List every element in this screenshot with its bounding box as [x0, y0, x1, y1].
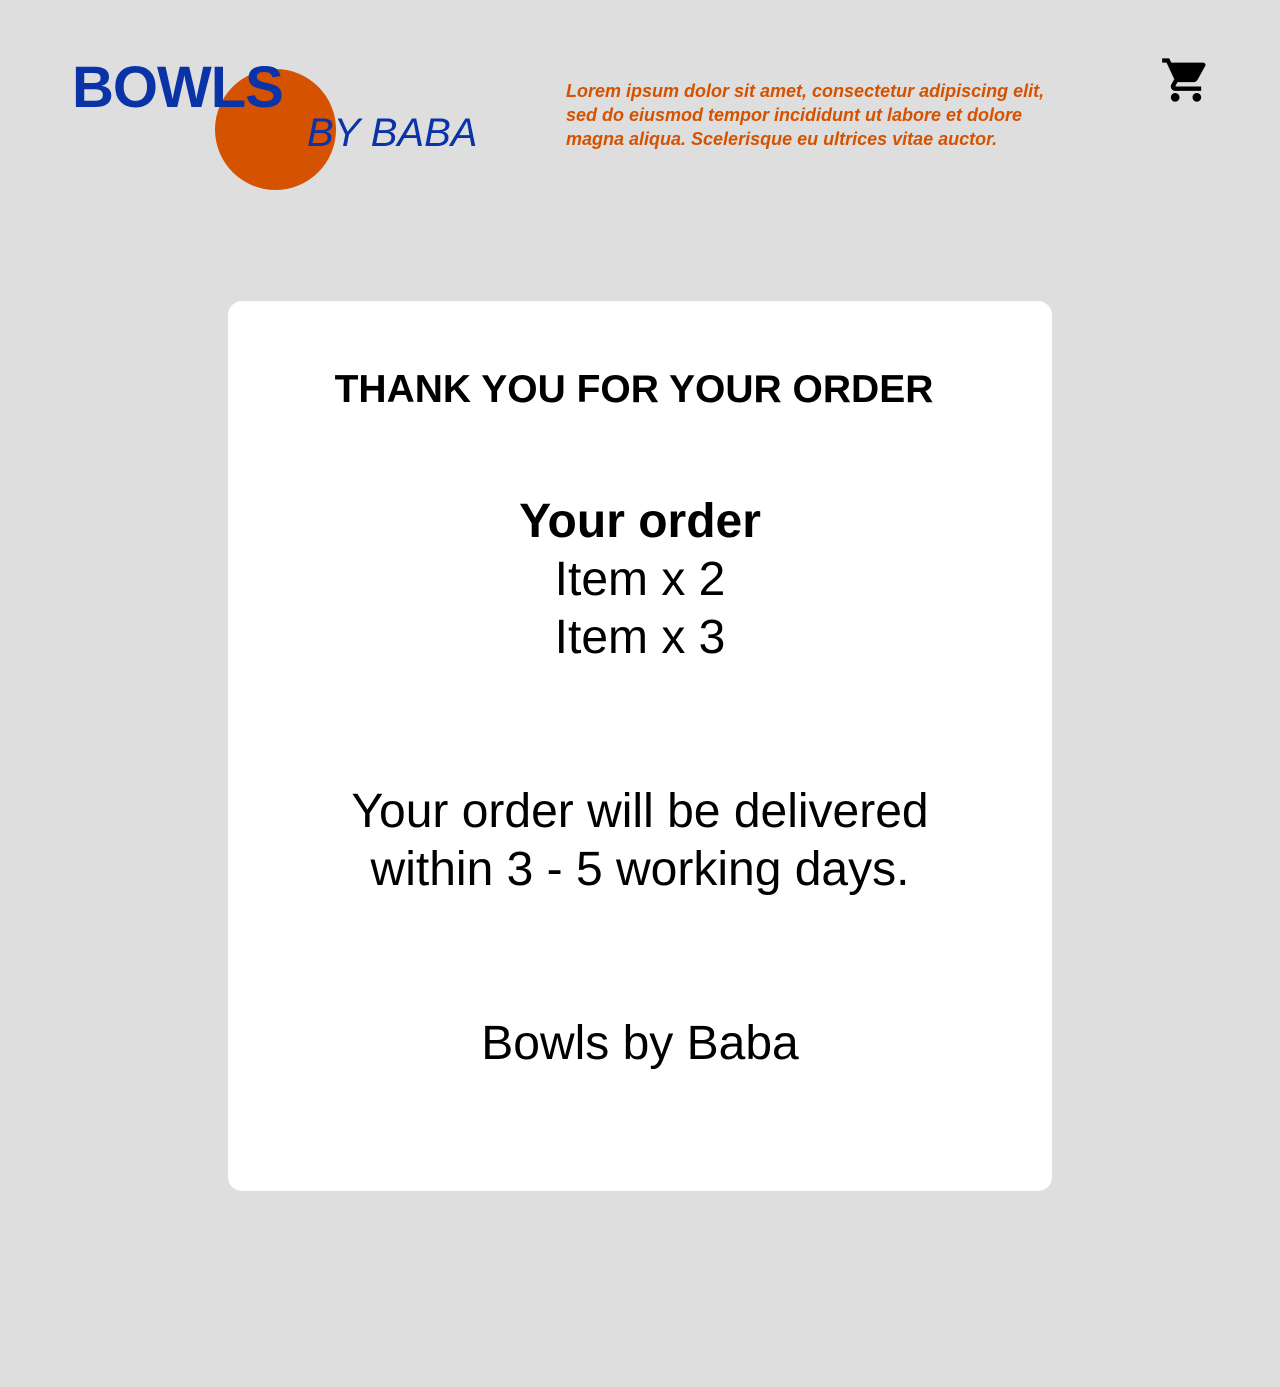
order-item: Item x 2 — [554, 553, 726, 606]
shopping-cart-icon-graphic — [1162, 58, 1206, 102]
order-item: Item x 3 — [554, 611, 726, 664]
brand-logo[interactable]: BOWLS BY BABA — [72, 56, 492, 196]
delivery-message: Your order will be delivered within 3 - … — [228, 783, 1052, 899]
shopping-cart-icon[interactable] — [1160, 54, 1212, 106]
logo-wordmark: BOWLS — [72, 55, 284, 120]
order-confirmation-card: THANK YOU FOR YOUR ORDER Your order Item… — [228, 301, 1052, 1191]
signoff: Bowls by Baba — [481, 1017, 799, 1070]
confirmation-heading: THANK YOU FOR YOUR ORDER — [334, 368, 934, 411]
header-tagline: Lorem ipsum dolor sit amet, consectetur … — [566, 81, 1045, 149]
delivery-message-line: within 3 - 5 working days. — [370, 843, 910, 896]
logo-subtitle: BY BABA — [307, 111, 478, 155]
delivery-message-line: Your order will be delivered — [351, 785, 929, 838]
order-summary-title: Your order — [519, 495, 761, 548]
order-summary: Your order Item x 2 Item x 3 — [228, 493, 1052, 667]
